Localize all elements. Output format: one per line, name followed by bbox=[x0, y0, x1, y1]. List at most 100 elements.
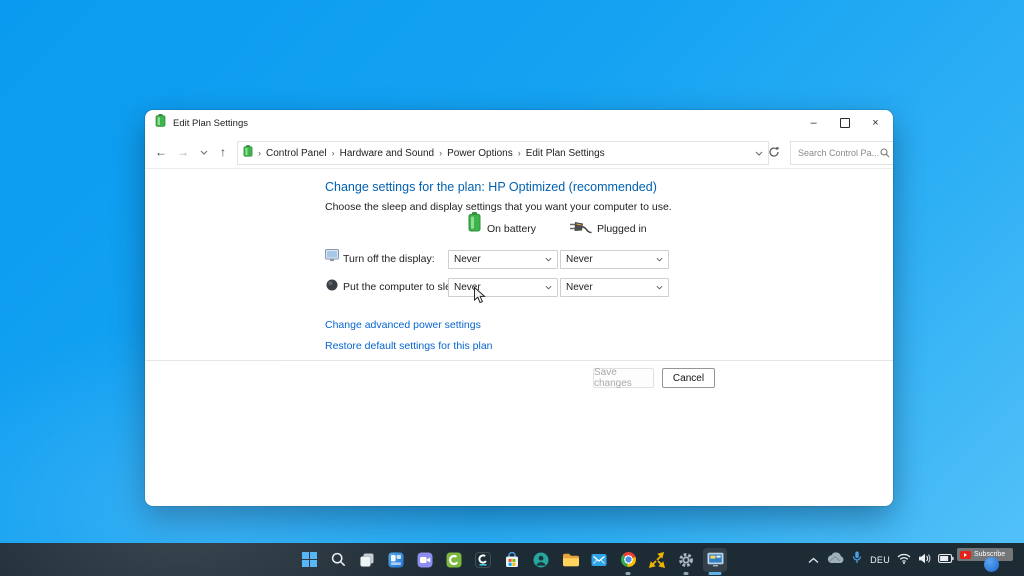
transfer-arrows-app-button[interactable] bbox=[645, 548, 669, 572]
chrome-icon bbox=[621, 552, 636, 567]
chevron-down-icon bbox=[545, 285, 552, 290]
chevron-down-icon bbox=[545, 257, 552, 262]
recent-locations-button[interactable] bbox=[194, 141, 214, 163]
person-icon bbox=[533, 552, 549, 568]
sleep-plugged-in-dropdown[interactable]: Never bbox=[560, 278, 669, 297]
page-subtitle: Choose the sleep and display settings th… bbox=[325, 201, 672, 213]
turn-off-display-plugged-in-dropdown[interactable]: Never bbox=[560, 250, 669, 269]
widgets-button[interactable] bbox=[384, 548, 408, 572]
windows-logo-icon bbox=[302, 552, 317, 567]
active-app-indicator bbox=[709, 572, 722, 575]
microphone-icon[interactable] bbox=[851, 551, 863, 569]
running-indicator bbox=[684, 572, 689, 575]
folder-icon bbox=[562, 552, 579, 567]
system-tray: DEU bbox=[808, 543, 954, 576]
breadcrumb-power-options[interactable]: Power Options bbox=[447, 148, 513, 159]
sleep-icon bbox=[326, 278, 338, 296]
dropdown-value: Never bbox=[566, 282, 593, 293]
taskbar-search-button[interactable] bbox=[326, 548, 350, 572]
widgets-icon bbox=[388, 552, 404, 568]
close-button[interactable]: × bbox=[860, 110, 891, 136]
search-icon bbox=[331, 552, 346, 567]
chevron-down-icon bbox=[200, 150, 208, 155]
chevron-down-icon bbox=[656, 285, 663, 290]
restore-default-settings-link[interactable]: Restore default settings for this plan bbox=[325, 340, 493, 352]
display-icon bbox=[325, 249, 339, 267]
edit-plan-settings-window: Edit Plan Settings – × ← → ↑ › Control P… bbox=[145, 110, 893, 506]
search-icon[interactable] bbox=[880, 148, 890, 158]
control-panel-taskbar-button[interactable] bbox=[703, 548, 727, 572]
tray-chevron-up-icon[interactable] bbox=[808, 551, 819, 569]
breadcrumb-separator: › bbox=[327, 148, 340, 158]
breadcrumb-separator: › bbox=[253, 148, 266, 158]
camtasia-recorder-button[interactable] bbox=[471, 548, 495, 572]
turn-off-display-label: Turn off the display: bbox=[343, 253, 435, 265]
task-view-button[interactable] bbox=[355, 548, 379, 572]
battery-icon[interactable] bbox=[938, 551, 954, 569]
language-indicator[interactable]: DEU bbox=[870, 555, 890, 565]
plugged-in-column-label: Plugged in bbox=[597, 223, 647, 235]
camtasia-icon bbox=[446, 552, 462, 568]
plugged-in-icon bbox=[569, 220, 593, 239]
volume-icon[interactable] bbox=[918, 551, 931, 569]
navigation-toolbar: ← → ↑ › Control Panel › Hardware and Sou… bbox=[145, 136, 893, 169]
contact-app-button[interactable] bbox=[529, 548, 553, 572]
window-titlebar[interactable]: Edit Plan Settings – × bbox=[145, 110, 893, 136]
monitor-icon bbox=[707, 552, 724, 567]
maximize-button[interactable] bbox=[829, 110, 860, 136]
save-changes-button[interactable]: Save changes bbox=[593, 368, 654, 388]
refresh-button[interactable] bbox=[763, 141, 785, 163]
youtube-play-icon bbox=[960, 551, 971, 559]
mail-icon bbox=[591, 553, 607, 567]
address-dropdown-icon[interactable] bbox=[755, 151, 763, 156]
chat-button[interactable] bbox=[413, 548, 437, 572]
start-button[interactable] bbox=[297, 548, 321, 572]
power-plan-icon-small bbox=[243, 144, 253, 162]
mouse-cursor bbox=[473, 286, 486, 310]
on-battery-icon bbox=[468, 212, 481, 237]
page-title: Change settings for the plan: HP Optimiz… bbox=[325, 180, 657, 194]
power-plan-icon bbox=[155, 114, 166, 132]
breadcrumb-edit-plan-settings[interactable]: Edit Plan Settings bbox=[526, 148, 605, 159]
up-button[interactable]: ↑ bbox=[213, 141, 233, 163]
breadcrumb-control-panel[interactable]: Control Panel bbox=[266, 148, 327, 159]
wifi-icon[interactable] bbox=[897, 551, 911, 569]
maximize-icon bbox=[840, 118, 850, 128]
back-button[interactable]: ← bbox=[151, 141, 171, 163]
camtasia-button[interactable] bbox=[442, 548, 466, 572]
refresh-icon bbox=[768, 146, 780, 158]
cancel-button[interactable]: Cancel bbox=[662, 368, 715, 388]
search-box bbox=[790, 141, 893, 165]
chrome-button[interactable] bbox=[616, 548, 640, 572]
sleep-on-battery-dropdown[interactable]: Never bbox=[448, 278, 558, 297]
footer-divider bbox=[145, 360, 893, 361]
breadcrumb-separator: › bbox=[513, 148, 526, 158]
change-advanced-power-settings-link[interactable]: Change advanced power settings bbox=[325, 319, 481, 331]
minimize-button[interactable]: – bbox=[798, 110, 829, 136]
mail-button[interactable] bbox=[587, 548, 611, 572]
address-bar[interactable]: › Control Panel › Hardware and Sound › P… bbox=[237, 141, 769, 165]
taskbar-center-icons bbox=[297, 548, 727, 572]
search-input[interactable] bbox=[796, 147, 880, 159]
microsoft-store-button[interactable] bbox=[500, 548, 524, 572]
dropdown-value: Never bbox=[566, 254, 593, 265]
dropdown-value: Never bbox=[454, 254, 481, 265]
on-battery-column-label: On battery bbox=[487, 223, 536, 235]
forward-button[interactable]: → bbox=[173, 141, 193, 163]
subscribe-pointer-dot bbox=[984, 557, 999, 572]
camtasia-recorder-icon bbox=[475, 552, 491, 568]
onedrive-cloud-icon[interactable] bbox=[826, 551, 844, 569]
breadcrumb-separator: › bbox=[434, 148, 447, 158]
task-view-icon bbox=[359, 552, 375, 568]
gear-icon bbox=[678, 552, 694, 568]
file-explorer-button[interactable] bbox=[558, 548, 582, 572]
turn-off-display-on-battery-dropdown[interactable]: Never bbox=[448, 250, 558, 269]
desktop-wallpaper: Edit Plan Settings – × ← → ↑ › Control P… bbox=[0, 0, 1024, 576]
breadcrumb-hardware-and-sound[interactable]: Hardware and Sound bbox=[340, 148, 435, 159]
microsoft-store-icon bbox=[504, 552, 520, 568]
yellow-arrows-icon bbox=[649, 552, 665, 568]
settings-button[interactable] bbox=[674, 548, 698, 572]
window-title: Edit Plan Settings bbox=[173, 118, 248, 129]
running-indicator bbox=[626, 572, 631, 575]
taskbar: DEU bbox=[0, 543, 1024, 576]
